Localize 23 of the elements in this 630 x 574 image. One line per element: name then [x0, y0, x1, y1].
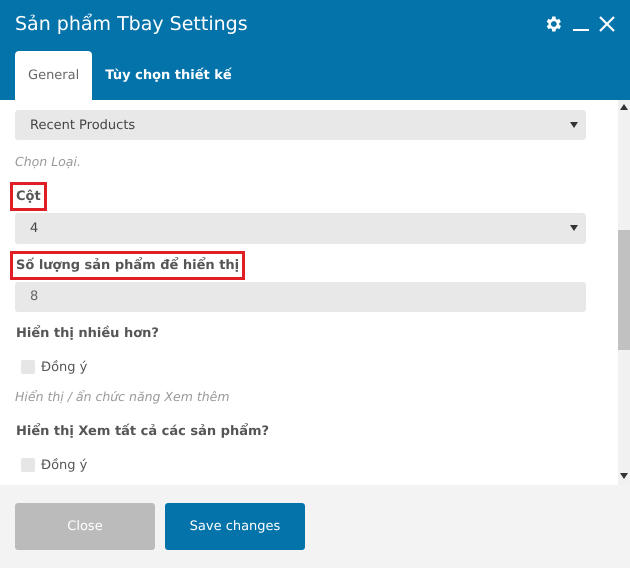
checkbox-label: Đồng ý — [41, 360, 88, 375]
scroll-down-icon[interactable] — [620, 473, 628, 479]
checkbox-label: Đồng ý — [41, 458, 88, 473]
caret-icon — [570, 225, 578, 232]
tab[interactable]: General — [15, 51, 92, 100]
tab[interactable]: Tùy chọn thiết kế — [92, 51, 245, 100]
close-icon[interactable] — [599, 16, 615, 32]
input-field[interactable]: 8 — [15, 282, 586, 312]
field-label: Hiển thị Xem tất cả các sản phẩm? — [15, 422, 270, 441]
select-field[interactable]: 4 — [15, 213, 586, 244]
window-title: Sản phẩm Tbay Settings — [15, 13, 249, 35]
select-field[interactable]: Recent Products — [15, 110, 586, 140]
field-label: Số lượng sản phẩm để hiển thị — [10, 250, 246, 280]
scrollbar[interactable] — [618, 100, 630, 485]
hint-text: Hiển thị / ẩn chức năng Xem thêm — [15, 388, 231, 404]
scroll-up-icon[interactable] — [620, 104, 628, 110]
hint-text: Chọn Loại. — [15, 154, 82, 170]
save-button[interactable]: Save changes — [165, 503, 305, 550]
caret-icon — [570, 122, 578, 128]
field-label: Hiển thị nhiều hơn? — [15, 324, 160, 343]
checkbox[interactable] — [21, 458, 35, 472]
field-label: Cột — [10, 182, 47, 212]
checkbox[interactable] — [21, 360, 35, 374]
